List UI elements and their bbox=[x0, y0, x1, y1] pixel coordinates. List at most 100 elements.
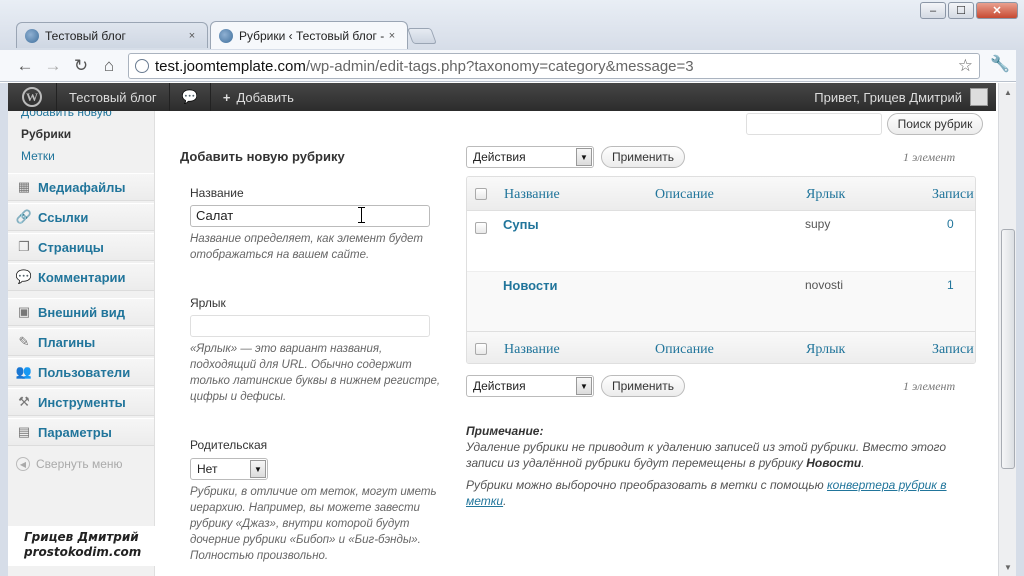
categories-table: Название Описание Ярлык Записи Супы supy… bbox=[466, 176, 976, 364]
reload-icon[interactable]: ↻ bbox=[70, 55, 92, 77]
sidebar-item-label: Плагины bbox=[38, 334, 96, 350]
slug-input[interactable] bbox=[190, 315, 430, 337]
collapse-label: Свернуть меню bbox=[36, 457, 123, 471]
tools-icon: ⚒ bbox=[18, 394, 30, 409]
column-posts[interactable]: Записи bbox=[932, 342, 974, 358]
page-content: Добавить новую Рубрики Метки ▦ Медиафайл… bbox=[8, 111, 996, 576]
sidebar-item-comments[interactable]: 💬 Комментарии bbox=[8, 263, 154, 291]
category-name-link[interactable]: Новости bbox=[503, 278, 558, 293]
pages-icon: ❐ bbox=[18, 239, 30, 254]
window-border-right bbox=[1016, 50, 1024, 576]
sidebar-item-settings[interactable]: ▤ Параметры bbox=[8, 418, 154, 446]
scroll-up-icon[interactable]: ▲ bbox=[1000, 84, 1016, 100]
apply-button-top[interactable]: Применить bbox=[601, 146, 685, 168]
back-icon[interactable]: ← bbox=[14, 55, 36, 77]
sidebar-item-users[interactable]: 👥 Пользователи bbox=[8, 358, 154, 386]
add-new-menu[interactable]: + Добавить bbox=[209, 83, 306, 111]
category-slug: supy bbox=[805, 217, 831, 231]
globe-icon bbox=[219, 28, 233, 43]
apply-button-bottom[interactable]: Применить bbox=[601, 375, 685, 397]
sidebar-item-plugins[interactable]: ✎ Плагины bbox=[8, 328, 154, 356]
category-posts-link[interactable]: 1 bbox=[947, 278, 954, 292]
bookmark-star-icon[interactable]: ☆ bbox=[958, 56, 973, 76]
submenu-categories[interactable]: Рубрики bbox=[8, 127, 71, 141]
avatar bbox=[970, 88, 988, 106]
sidebar-item-appearance[interactable]: ▣ Внешний вид bbox=[8, 298, 154, 326]
select-all-checkbox[interactable] bbox=[475, 188, 487, 200]
sidebar-item-tools[interactable]: ⚒ Инструменты bbox=[8, 388, 154, 416]
watermark-site: prostokodim.com bbox=[24, 545, 142, 559]
column-slug[interactable]: Ярлык bbox=[806, 342, 845, 358]
column-slug[interactable]: Ярлык bbox=[806, 187, 845, 203]
search-categories-button[interactable]: Поиск рубрик bbox=[887, 113, 983, 135]
bulk-actions-select-bottom[interactable]: Действия ▼ bbox=[466, 375, 594, 397]
maximize-button[interactable]: ☐ bbox=[948, 2, 974, 19]
sidebar-item-media[interactable]: ▦ Медиафайлы bbox=[8, 173, 154, 201]
home-icon[interactable]: ⌂ bbox=[98, 55, 120, 77]
chevron-down-icon: ▼ bbox=[576, 377, 592, 395]
parent-select[interactable]: Нет ▼ bbox=[190, 458, 268, 480]
sidebar-item-label: Медиафайлы bbox=[38, 179, 126, 195]
plugins-icon: ✎ bbox=[18, 334, 30, 349]
search-input[interactable] bbox=[746, 113, 882, 135]
browser-tab-1[interactable]: Тестовый блог × bbox=[16, 22, 208, 48]
note-convert-text: Рубрики можно выборочно преобразовать в … bbox=[466, 478, 947, 508]
media-icon: ▦ bbox=[17, 179, 31, 194]
column-name[interactable]: Название bbox=[504, 187, 560, 203]
submenu-tags[interactable]: Метки bbox=[8, 149, 55, 163]
row-checkbox[interactable] bbox=[475, 222, 487, 234]
sidebar-item-label: Параметры bbox=[38, 424, 112, 440]
browser-tab-2[interactable]: Рубрики ‹ Тестовый блог - × bbox=[210, 21, 408, 49]
admin-sidebar: Добавить новую Рубрики Метки ▦ Медиафайл… bbox=[8, 111, 155, 576]
column-name[interactable]: Название bbox=[504, 342, 560, 358]
name-label: Название bbox=[190, 186, 244, 200]
wordpress-logo-icon[interactable]: W bbox=[22, 87, 42, 107]
category-slug: novosti bbox=[805, 278, 844, 292]
sidebar-item-pages[interactable]: ❐ Страницы bbox=[8, 233, 154, 261]
submenu-add-new[interactable]: Добавить новую bbox=[8, 111, 112, 119]
column-posts[interactable]: Записи bbox=[932, 187, 974, 203]
sidebar-item-label: Ссылки bbox=[38, 209, 89, 225]
forward-icon[interactable]: → bbox=[42, 55, 64, 77]
parent-description: Рубрики, в отличие от меток, могут иметь… bbox=[190, 486, 437, 562]
browser-toolbar: ← → ↻ ⌂ test.joomtemplate.com/wp-admin/e… bbox=[0, 50, 1024, 82]
globe-icon bbox=[135, 59, 149, 73]
address-bar[interactable]: test.joomtemplate.com/wp-admin/edit-tags… bbox=[128, 53, 980, 79]
window-border-left bbox=[0, 83, 8, 576]
new-tab-button[interactable] bbox=[407, 28, 437, 44]
browser-titlebar: Тестовый блог × Рубрики ‹ Тестовый блог … bbox=[0, 0, 1024, 50]
slug-label: Ярлык bbox=[190, 296, 226, 310]
account-menu[interactable]: Привет, Грицев Дмитрий bbox=[814, 83, 996, 111]
sidebar-item-links[interactable]: 🔗 Ссылки bbox=[8, 203, 154, 231]
scrollbar-thumb[interactable] bbox=[1001, 229, 1015, 469]
collapse-menu-button[interactable]: ◀ Свернуть меню bbox=[16, 457, 123, 471]
close-tab-icon[interactable]: × bbox=[185, 30, 199, 42]
bulk-actions-select-top[interactable]: Действия ▼ bbox=[466, 146, 594, 168]
close-tab-icon[interactable]: × bbox=[385, 30, 399, 42]
add-new-label: Добавить bbox=[236, 89, 294, 105]
sidebar-item-label: Пользователи bbox=[38, 364, 131, 380]
links-icon: 🔗 bbox=[15, 209, 33, 224]
parent-select-value: Нет bbox=[197, 462, 218, 476]
settings-icon: ▤ bbox=[17, 424, 31, 439]
scroll-down-icon[interactable]: ▼ bbox=[1000, 559, 1016, 575]
name-input[interactable]: Салат bbox=[190, 205, 430, 227]
column-description[interactable]: Описание bbox=[655, 342, 714, 358]
globe-icon bbox=[25, 28, 39, 43]
page-scrollbar[interactable]: ▲ ▼ bbox=[998, 83, 1016, 576]
comments-icon[interactable]: 💬 bbox=[168, 83, 210, 111]
wrench-icon[interactable]: 🔧 bbox=[990, 54, 1010, 74]
add-category-title: Добавить новую рубрику bbox=[180, 149, 345, 164]
category-posts-link[interactable]: 0 bbox=[947, 217, 954, 231]
default-category-name: Новости bbox=[806, 456, 862, 470]
text-cursor-icon bbox=[358, 207, 365, 223]
close-window-button[interactable]: ✕ bbox=[976, 2, 1018, 19]
item-count-top: 1 элемент bbox=[903, 150, 956, 164]
category-name-link[interactable]: Супы bbox=[503, 217, 539, 232]
column-description[interactable]: Описание bbox=[655, 187, 714, 203]
select-all-checkbox-bottom[interactable] bbox=[475, 343, 487, 355]
minimize-button[interactable]: ‒ bbox=[920, 2, 946, 19]
sidebar-item-label: Комментарии bbox=[38, 269, 126, 285]
plus-icon: + bbox=[222, 89, 231, 105]
site-name-link[interactable]: Тестовый блог bbox=[56, 83, 169, 111]
